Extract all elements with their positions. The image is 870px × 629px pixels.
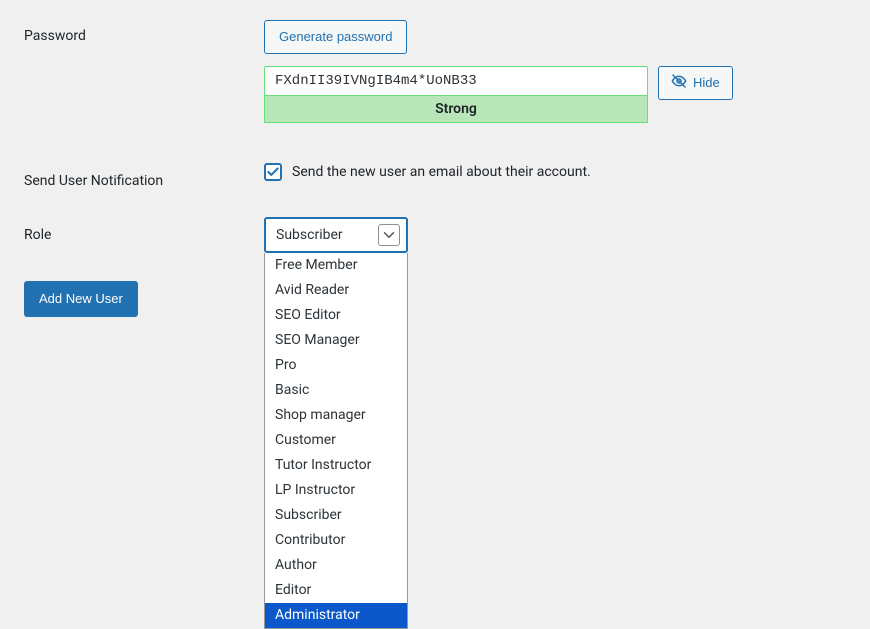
password-input-stack: Strong [264,66,648,123]
password-row: Password Generate password Strong Hide [24,20,870,123]
notification-checkbox[interactable] [264,163,282,181]
password-input-wrap: Strong Hide [264,66,870,123]
role-select: Subscriber Free MemberAvid ReaderSEO Edi… [264,217,408,253]
role-option[interactable]: Tutor Instructor [265,453,407,478]
role-option[interactable]: Basic [265,378,407,403]
password-label: Password [24,20,264,44]
role-option[interactable]: SEO Manager [265,328,407,353]
hide-password-button[interactable]: Hide [658,66,733,100]
password-strength-meter: Strong [264,95,648,123]
add-new-user-button[interactable]: Add New User [24,281,138,317]
chevron-down-icon [378,224,400,246]
check-icon [266,165,280,179]
notification-row: Send User Notification Send the new user… [24,163,870,189]
role-select-button[interactable]: Subscriber [264,217,408,253]
notification-description: Send the new user an email about their a… [292,164,591,180]
notification-field: Send the new user an email about their a… [264,163,870,181]
notification-checkbox-wrap: Send the new user an email about their a… [264,163,870,181]
role-label: Role [24,217,264,243]
role-option[interactable]: Author [265,553,407,578]
role-option[interactable]: Avid Reader [265,278,407,303]
role-option[interactable]: Free Member [265,253,407,278]
password-field-group: Generate password Strong Hide [264,20,870,123]
notification-label: Send User Notification [24,163,264,189]
role-option[interactable]: Contributor [265,528,407,553]
role-option[interactable]: SEO Editor [265,303,407,328]
password-input[interactable] [264,66,648,95]
role-option[interactable]: Customer [265,428,407,453]
role-selected-value: Subscriber [276,227,343,243]
role-dropdown: Free MemberAvid ReaderSEO EditorSEO Mana… [264,253,408,629]
role-row: Role Subscriber Free MemberAvid ReaderSE… [24,217,870,253]
hide-button-label: Hide [693,75,720,90]
role-option[interactable]: Subscriber [265,503,407,528]
role-option[interactable]: LP Instructor [265,478,407,503]
eye-slash-icon [671,73,687,92]
role-option[interactable]: Editor [265,578,407,603]
submit-row: Add New User [24,281,870,317]
generate-password-button[interactable]: Generate password [264,20,407,54]
role-option[interactable]: Administrator [265,603,407,628]
role-option[interactable]: Shop manager [265,403,407,428]
role-option[interactable]: Pro [265,353,407,378]
role-field: Subscriber Free MemberAvid ReaderSEO Edi… [264,217,870,253]
